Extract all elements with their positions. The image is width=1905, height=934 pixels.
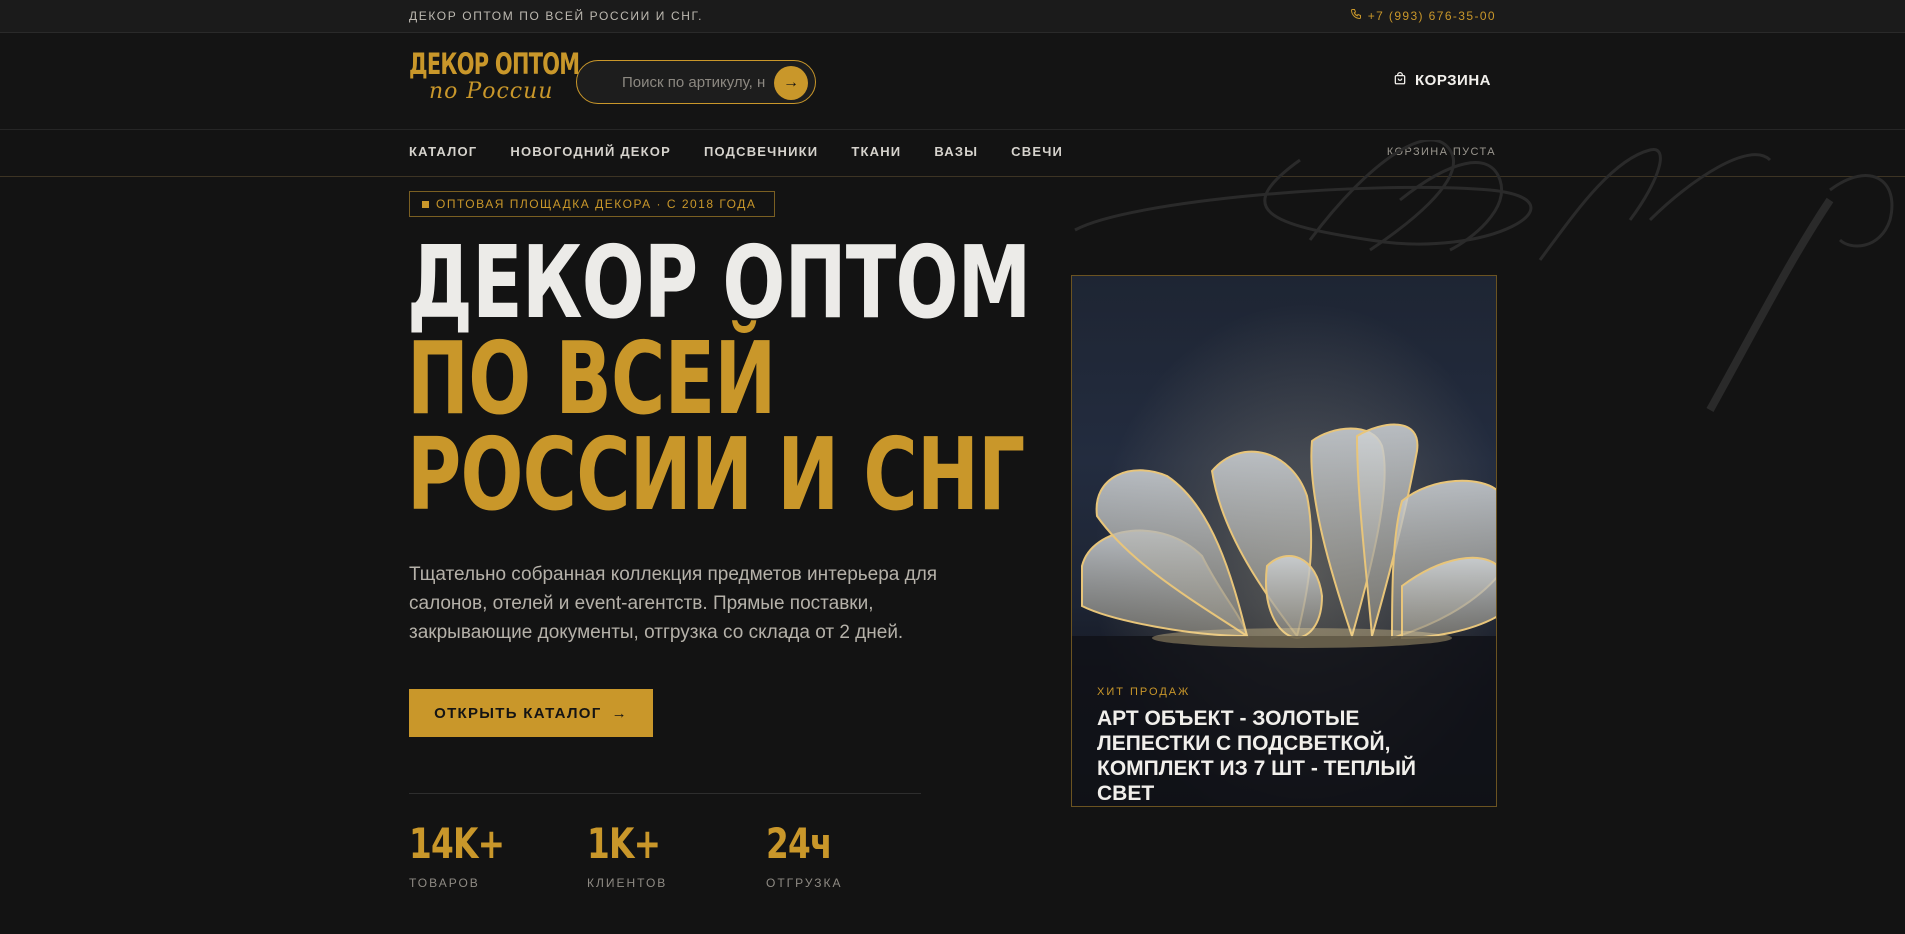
stat-label: ОТГРУЗКА	[766, 876, 843, 890]
nav-item-catalog[interactable]: КАТАЛОГ	[409, 144, 477, 159]
product-tag: ХИТ ПРОДАЖ	[1097, 686, 1191, 698]
product-title: АРТ ОБЪЕКТ - ЗОЛОТЫЕ ЛЕПЕСТКИ С ПОДСВЕТК…	[1097, 707, 1416, 805]
open-catalog-label: ОТКРЫТЬ КАТАЛОГ	[434, 704, 602, 722]
stat-value: 1K+	[587, 819, 661, 868]
stat-label: ТОВАРОВ	[409, 876, 480, 890]
hero-badge: ОПТОВАЯ ПЛОЩАДКА ДЕКОРА · С 2018 ГОДА	[409, 191, 775, 217]
hero-title-line-2: ПО ВСЕЙ	[407, 320, 776, 437]
open-catalog-button[interactable]: ОТКРЫТЬ КАТАЛОГ →	[409, 689, 653, 737]
search-arrow-icon: →	[783, 74, 799, 91]
nav-item-vases[interactable]: ВАЗЫ	[934, 144, 978, 159]
hero-title-line-1: ДЕКОР ОПТОМ	[407, 224, 1031, 341]
stat-value: 14K+	[409, 819, 505, 868]
logo[interactable]: ДЕКОР ОПТОМ по России	[409, 47, 580, 115]
search-box: →	[576, 60, 816, 104]
stat-value: 24ч	[766, 819, 833, 868]
nav-item-candlesticks[interactable]: ПОДСВЕЧНИКИ	[704, 144, 818, 159]
hero-title-line-3: РОССИИ И СНГ	[407, 416, 1025, 533]
square-bullet-icon	[422, 200, 429, 208]
top-bar: ДЕКОР ОПТОМ ПО ВСЕЙ РОССИИ И СНГ. +7 (99…	[0, 0, 1905, 33]
logo-line-1: ДЕКОР ОПТОМ	[409, 47, 580, 81]
arrow-right-icon: →	[611, 704, 628, 722]
phone-icon	[1350, 8, 1362, 23]
hero-title: ДЕКОР ОПТОМ ПО ВСЕЙ РОССИИ И СНГ	[407, 224, 1031, 533]
search-input[interactable]	[622, 73, 792, 91]
stat-label: КЛИЕНТОВ	[587, 876, 668, 890]
phone-link[interactable]: +7 (993) 676-35-00	[1350, 8, 1496, 23]
cart-label: КОРЗИНА	[1415, 72, 1491, 89]
stat-products: 14K+ ТОВАРОВ	[409, 819, 531, 891]
hero-lead: Тщательно собранная коллекция предметов …	[409, 564, 938, 643]
logo-line-2: по России	[429, 79, 554, 104]
bag-icon	[1393, 71, 1407, 90]
cart-button[interactable]: КОРЗИНА	[1393, 71, 1491, 90]
search-submit-button[interactable]: →	[774, 66, 808, 100]
stat-clients: 1K+ КЛИЕНТОВ	[587, 819, 681, 891]
main-nav: КАТАЛОГ НОВОГОДНИЙ ДЕКОР ПОДСВЕЧНИКИ ТКА…	[0, 130, 1905, 177]
featured-product-card[interactable]: ХИТ ПРОДАЖ АРТ ОБЪЕКТ - ЗОЛОТЫЕ ЛЕПЕСТКИ…	[1071, 275, 1497, 807]
header: ДЕКОР ОПТОМ по России → КОРЗИНА	[0, 33, 1905, 130]
nav-item-fabrics[interactable]: ТКАНИ	[851, 144, 901, 159]
hero-badge-text: ОПТОВАЯ ПЛОЩАДКА ДЕКОРА · С 2018 ГОДА	[436, 197, 757, 211]
stat-shipping: 24ч ОТГРУЗКА	[766, 819, 850, 891]
phone-number: +7 (993) 676-35-00	[1367, 8, 1496, 23]
stats-divider	[409, 793, 921, 794]
nav-item-new-year-decor[interactable]: НОВОГОДНИЙ ДЕКОР	[510, 144, 671, 159]
nav-item-candles[interactable]: СВЕЧИ	[1011, 144, 1063, 159]
tagline: ДЕКОР ОПТОМ ПО ВСЕЙ РОССИИ И СНГ.	[409, 9, 704, 23]
cart-status[interactable]: КОРЗИНА ПУСТА	[1387, 146, 1496, 158]
